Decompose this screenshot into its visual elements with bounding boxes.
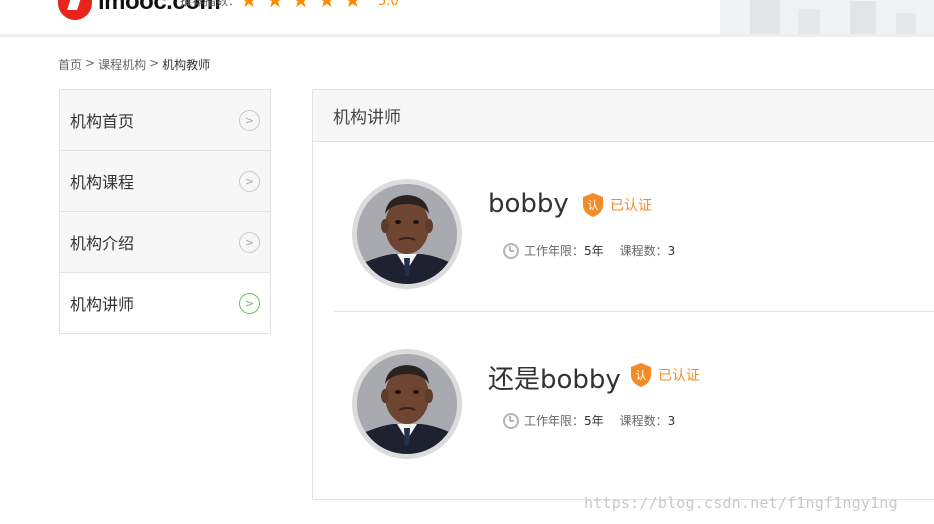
work-years-label: 工作年限： — [524, 414, 585, 428]
shield-char: 认 — [636, 369, 647, 382]
chevron-right-icon: > — [239, 231, 260, 253]
verified-label: 已认证 — [658, 368, 700, 384]
course-count-label: 课程数： — [619, 414, 668, 428]
shield-icon: 认 — [583, 193, 603, 217]
star-icon: ★ — [343, 0, 362, 12]
course-count-label: 课程数： — [619, 244, 668, 258]
sidebar-item-teachers[interactable]: 机构讲师 > — [60, 273, 270, 334]
rating-label: 推荐指数： — [180, 0, 241, 8]
course-count-value: 3 — [667, 413, 676, 428]
star-icon: ★ — [240, 0, 258, 12]
chevron-right-icon: > — [239, 109, 260, 131]
panel-header: 机构讲师 — [313, 90, 934, 142]
avatar-photo — [357, 354, 457, 454]
teacher-meta: 工作年限： 5年 课程数： 3 — [503, 242, 691, 259]
breadcrumb-separator: > — [149, 56, 160, 70]
chevron-right-icon: > — [239, 170, 260, 192]
logo-icon[interactable] — [58, 0, 92, 20]
work-years-value: 5年 — [584, 244, 604, 258]
verified-badge: 认 已认证 — [582, 192, 652, 218]
sidebar-item-label: 机构课程 — [70, 173, 135, 192]
teacher-avatar[interactable] — [352, 349, 462, 459]
breadcrumb-current: 机构教师 — [162, 58, 211, 72]
verified-label: 已认证 — [610, 198, 652, 214]
shield-icon: 认 — [631, 363, 651, 387]
sidebar-item-label: 机构首页 — [70, 112, 135, 131]
teacher-avatar[interactable] — [352, 179, 462, 289]
shield-char: 认 — [588, 199, 599, 212]
sidebar-item-intro[interactable]: 机构介绍 > — [60, 212, 270, 273]
clock-icon — [503, 412, 519, 429]
rating-stars: ★ ★ ★ ★ ★ — [240, 0, 362, 10]
sidebar-item-courses[interactable]: 机构课程 > — [60, 151, 270, 212]
header-banner-image — [720, 0, 934, 34]
teacher-card: bobby 认 已认证 工作年限： 5年 课程数： 3 — [333, 142, 934, 312]
chevron-right-icon: > — [239, 292, 260, 314]
work-years-label: 工作年限： — [524, 244, 585, 258]
star-icon: ★ — [291, 0, 310, 12]
teacher-name[interactable]: 还是bobby — [488, 359, 621, 396]
teacher-name[interactable]: bobby — [488, 189, 569, 219]
watermark-text: https://blog.csdn.net/f1ngf1ngy1ng — [584, 494, 898, 512]
course-count-value: 3 — [667, 243, 676, 258]
teacher-card: 还是bobby 认 已认证 工作年限： 5年 课程数： 3 — [333, 312, 934, 482]
sidebar-item-label: 机构讲师 — [70, 295, 135, 314]
site-header: imooc.com 推荐指数： ★ ★ ★ ★ ★ 5.0 — [0, 0, 934, 37]
breadcrumb: 首页 > 课程机构 > 机构教师 — [58, 56, 210, 73]
verified-badge: 认 已认证 — [630, 362, 700, 388]
sidebar-item-home[interactable]: 机构首页 > — [60, 90, 270, 151]
org-sidebar: 机构首页 > 机构课程 > 机构介绍 > 机构讲师 > — [59, 89, 271, 334]
panel-title: 机构讲师 — [333, 108, 401, 128]
star-icon: ★ — [317, 0, 336, 12]
teachers-panel: 机构讲师 bobby 认 已认证 工作年限： 5年 课程数： 3 还是bobby… — [312, 89, 934, 500]
rating-value: 5.0 — [378, 0, 399, 9]
sidebar-item-label: 机构介绍 — [70, 234, 135, 253]
breadcrumb-home-link[interactable]: 首页 — [58, 56, 82, 73]
work-years-value: 5年 — [584, 414, 604, 428]
star-icon: ★ — [265, 0, 284, 12]
teacher-meta: 工作年限： 5年 课程数： 3 — [503, 412, 691, 429]
breadcrumb-org-link[interactable]: 课程机构 — [98, 56, 146, 73]
breadcrumb-separator: > — [85, 56, 96, 70]
clock-icon — [503, 242, 519, 259]
avatar-photo — [357, 184, 457, 284]
